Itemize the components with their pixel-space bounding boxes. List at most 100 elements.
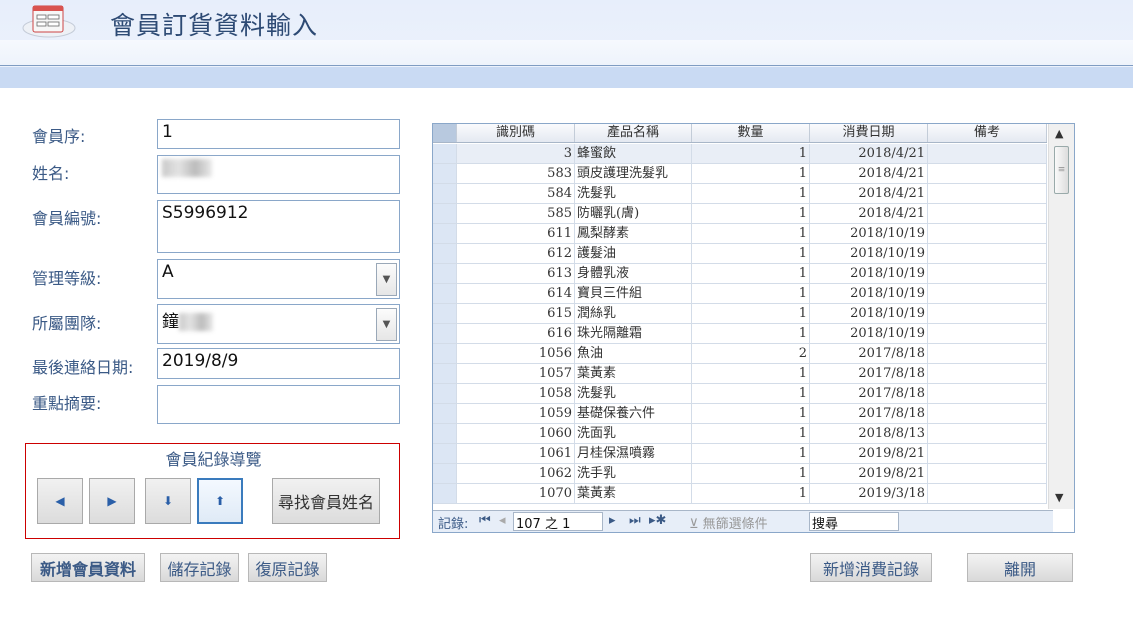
record-position-input[interactable]: 107 之 1 xyxy=(513,512,603,532)
table-row[interactable]: 1062 洗手乳 1 2019/8/21 xyxy=(433,464,1047,484)
table-cell[interactable]: 1 xyxy=(692,324,810,343)
table-cell[interactable]: 洗面乳 xyxy=(575,424,692,443)
table-cell[interactable]: 2 xyxy=(692,344,810,363)
add-purchase-button[interactable]: 新增消費記錄 xyxy=(810,553,932,582)
table-row[interactable]: 3 蜂蜜飲 1 2018/4/21 xyxy=(433,144,1047,164)
table-cell[interactable] xyxy=(928,284,1047,303)
column-header[interactable]: 識別碼 xyxy=(457,124,575,142)
scroll-up-icon[interactable]: ▲ xyxy=(1055,127,1063,140)
table-cell[interactable]: 1059 xyxy=(457,404,575,423)
table-cell[interactable] xyxy=(928,404,1047,423)
table-cell[interactable]: 2017/8/18 xyxy=(810,344,928,363)
table-cell[interactable]: 1 xyxy=(692,164,810,183)
column-header[interactable]: 數量 xyxy=(692,124,810,142)
table-cell[interactable] xyxy=(928,344,1047,363)
table-row[interactable]: 616 珠光隔離霜 1 2018/10/19 xyxy=(433,324,1047,344)
table-row[interactable]: 611 鳳梨酵素 1 2018/10/19 xyxy=(433,224,1047,244)
table-cell[interactable] xyxy=(928,244,1047,263)
scroll-thumb[interactable]: ≡ xyxy=(1054,146,1069,194)
table-cell[interactable]: 1 xyxy=(692,424,810,443)
table-cell[interactable]: 鳳梨酵素 xyxy=(575,224,692,243)
prev-record-button[interactable]: ◀ xyxy=(37,478,83,524)
first-record-icon[interactable]: ⏮ xyxy=(479,513,491,528)
table-cell[interactable]: 2018/10/19 xyxy=(810,324,928,343)
table-cell[interactable]: 1056 xyxy=(457,344,575,363)
table-cell[interactable] xyxy=(928,444,1047,463)
chevron-down-icon[interactable]: ▼ xyxy=(376,263,397,296)
table-row[interactable]: 1056 魚油 2 2017/8/18 xyxy=(433,344,1047,364)
table-row[interactable]: 612 護髮油 1 2018/10/19 xyxy=(433,244,1047,264)
undo-record-button[interactable]: 復原記錄 xyxy=(248,553,327,582)
table-cell[interactable]: 2019/8/21 xyxy=(810,464,928,483)
table-cell[interactable]: 583 xyxy=(457,164,575,183)
table-cell[interactable] xyxy=(928,424,1047,443)
table-cell[interactable]: 1 xyxy=(692,384,810,403)
row-selector[interactable] xyxy=(433,244,457,263)
table-cell[interactable]: 護髮油 xyxy=(575,244,692,263)
table-cell[interactable] xyxy=(928,464,1047,483)
first-record-button[interactable]: ⬆ xyxy=(197,478,243,524)
table-cell[interactable] xyxy=(928,204,1047,223)
team-select[interactable]: 鐘 ▼ xyxy=(157,304,400,344)
table-row[interactable]: 1059 基礎保養六件 1 2017/8/18 xyxy=(433,404,1047,424)
table-row[interactable]: 615 潤絲乳 1 2018/10/19 xyxy=(433,304,1047,324)
table-cell[interactable] xyxy=(928,304,1047,323)
table-cell[interactable]: 3 xyxy=(457,144,575,163)
table-cell[interactable] xyxy=(928,144,1047,163)
new-record-icon[interactable]: ▸✱ xyxy=(649,513,666,528)
table-cell[interactable]: 1061 xyxy=(457,444,575,463)
table-cell[interactable]: 蜂蜜飲 xyxy=(575,144,692,163)
table-cell[interactable]: 洗髮乳 xyxy=(575,384,692,403)
row-selector[interactable] xyxy=(433,424,457,443)
table-row[interactable]: 613 身體乳液 1 2018/10/19 xyxy=(433,264,1047,284)
table-cell[interactable]: 2018/10/19 xyxy=(810,244,928,263)
table-cell[interactable]: 2018/10/19 xyxy=(810,304,928,323)
table-cell[interactable]: 葉黃素 xyxy=(575,364,692,383)
table-cell[interactable]: 1 xyxy=(692,184,810,203)
table-row[interactable]: 1058 洗髮乳 1 2017/8/18 xyxy=(433,384,1047,404)
level-select[interactable]: A ▼ xyxy=(157,259,400,299)
table-cell[interactable]: 614 xyxy=(457,284,575,303)
find-member-button[interactable]: 尋找會員姓名 xyxy=(272,478,380,524)
table-row[interactable]: 1061 月桂保濕噴霧 1 2019/8/21 xyxy=(433,444,1047,464)
table-cell[interactable]: 洗手乳 xyxy=(575,464,692,483)
member-id-field[interactable]: S5996912 xyxy=(157,200,400,253)
table-cell[interactable]: 1 xyxy=(692,464,810,483)
add-member-button[interactable]: 新增會員資料 xyxy=(31,553,145,582)
table-cell[interactable] xyxy=(928,384,1047,403)
table-cell[interactable]: 2019/8/21 xyxy=(810,444,928,463)
table-cell[interactable]: 584 xyxy=(457,184,575,203)
row-selector[interactable] xyxy=(433,304,457,323)
table-row[interactable]: 584 洗髮乳 1 2018/4/21 xyxy=(433,184,1047,204)
table-cell[interactable]: 葉黃素 xyxy=(575,484,692,503)
table-cell[interactable]: 611 xyxy=(457,224,575,243)
vertical-scrollbar[interactable]: ▲ ≡ ▼ xyxy=(1048,124,1074,509)
table-row[interactable]: 1057 葉黃素 1 2017/8/18 xyxy=(433,364,1047,384)
last-record-icon[interactable]: ⏭ xyxy=(629,513,641,528)
table-cell[interactable]: 珠光隔離霜 xyxy=(575,324,692,343)
table-cell[interactable]: 2018/8/13 xyxy=(810,424,928,443)
table-cell[interactable]: 2018/10/19 xyxy=(810,224,928,243)
table-cell[interactable]: 1 xyxy=(692,284,810,303)
column-header[interactable]: 產品名稱 xyxy=(575,124,692,142)
save-record-button[interactable]: 儲存記錄 xyxy=(160,553,239,582)
row-selector[interactable] xyxy=(433,264,457,283)
table-cell[interactable]: 2018/4/21 xyxy=(810,144,928,163)
last-record-button[interactable]: ⬇ xyxy=(145,478,191,524)
table-cell[interactable]: 585 xyxy=(457,204,575,223)
table-cell[interactable]: 1 xyxy=(692,444,810,463)
table-cell[interactable]: 1 xyxy=(692,484,810,503)
table-cell[interactable]: 2018/10/19 xyxy=(810,264,928,283)
row-selector[interactable] xyxy=(433,344,457,363)
table-cell[interactable]: 基礎保養六件 xyxy=(575,404,692,423)
select-all-corner[interactable] xyxy=(433,124,457,142)
next-record-icon[interactable]: ▸ xyxy=(609,513,616,528)
summary-field[interactable] xyxy=(157,385,400,424)
table-cell[interactable] xyxy=(928,164,1047,183)
table-cell[interactable]: 613 xyxy=(457,264,575,283)
column-header[interactable]: 備考 xyxy=(928,124,1047,142)
table-cell[interactable]: 1060 xyxy=(457,424,575,443)
table-cell[interactable] xyxy=(928,264,1047,283)
row-selector[interactable] xyxy=(433,404,457,423)
row-selector[interactable] xyxy=(433,164,457,183)
